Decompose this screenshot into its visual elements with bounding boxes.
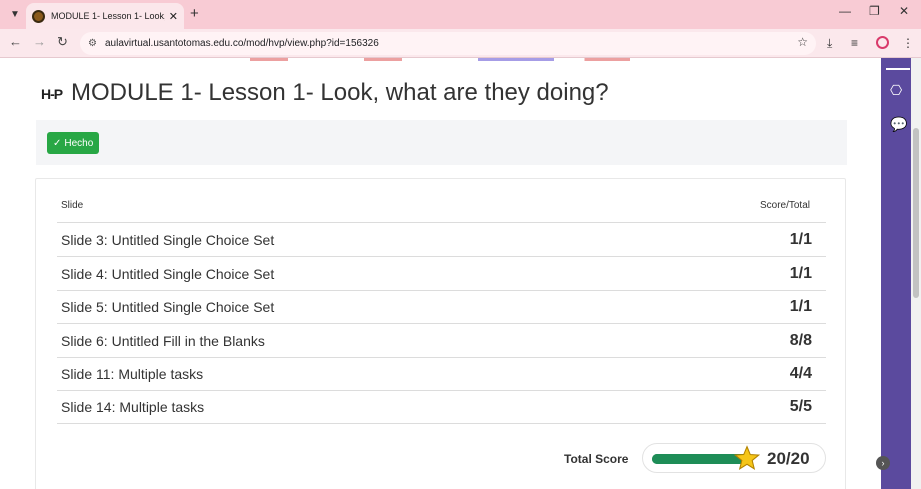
address-bar[interactable]: ⚙ aulavirtual.usantotomas.edu.co/mod/hvp… bbox=[80, 32, 816, 55]
total-score-label: Total Score bbox=[564, 452, 629, 466]
new-tab-button[interactable]: + bbox=[190, 5, 199, 22]
row-label: Slide 5: Untitled Single Choice Set bbox=[61, 299, 275, 315]
row-score: 4/4 bbox=[789, 365, 812, 382]
minimize-icon[interactable]: — bbox=[839, 4, 851, 18]
tab-strip: ▼ MODULE 1- Lesson 1- Look, wh ✕ + — ❐ ✕ bbox=[0, 0, 921, 29]
total-score-value: 20/20 bbox=[767, 449, 810, 468]
url-text: aulavirtual.usantotomas.edu.co/mod/hvp/v… bbox=[104, 38, 379, 49]
site-info-icon[interactable]: ⚙ bbox=[88, 38, 97, 49]
header-strip bbox=[250, 58, 630, 61]
back-icon[interactable]: ← bbox=[9, 34, 22, 49]
tab-title: MODULE 1- Lesson 1- Look, wh bbox=[51, 11, 165, 21]
row-score: 5/5 bbox=[789, 398, 812, 415]
total-score-badge: 20/20 bbox=[642, 443, 826, 473]
profile-avatar-icon[interactable] bbox=[876, 36, 889, 49]
menu-icon[interactable]: ⋮ bbox=[902, 36, 914, 50]
close-window-icon[interactable]: ✕ bbox=[899, 4, 909, 18]
page-scrollbar[interactable] bbox=[911, 58, 921, 489]
drawer-toggle-icon[interactable]: › bbox=[876, 456, 890, 470]
done-button[interactable]: ✓ Hecho bbox=[47, 132, 100, 154]
row-score: 1/1 bbox=[789, 231, 812, 248]
page-content: H-P MODULE 1- Lesson 1- Look, what are t… bbox=[0, 58, 881, 489]
star-icon bbox=[734, 445, 760, 471]
row-score: 8/8 bbox=[789, 332, 812, 349]
table-row: Slide 11: Multiple tasks 4/4 bbox=[57, 357, 826, 391]
media-icon[interactable]: ≡ bbox=[851, 36, 858, 50]
bookmark-star-icon[interactable]: ☆ bbox=[797, 35, 808, 49]
header-total: Total bbox=[788, 200, 810, 211]
row-label: Slide 3: Untitled Single Choice Set bbox=[61, 232, 275, 248]
table-row: Slide 5: Untitled Single Choice Set 1/1 bbox=[57, 290, 826, 324]
table-row: Slide 14: Multiple tasks 5/5 bbox=[57, 390, 826, 424]
forward-icon[interactable]: → bbox=[33, 34, 46, 49]
check-icon: ✓ bbox=[53, 137, 62, 149]
download-icon[interactable]: ⤓ bbox=[827, 36, 832, 51]
tab-search-icon[interactable]: ▼ bbox=[6, 5, 24, 23]
header-score: Score bbox=[759, 200, 787, 211]
right-drawer: ⎔ 💬 bbox=[881, 58, 911, 489]
row-score: 1/1 bbox=[789, 265, 812, 282]
table-row: Slide 3: Untitled Single Choice Set 1/1 bbox=[57, 223, 826, 257]
scroll-thumb[interactable] bbox=[913, 128, 919, 298]
row-score: 1/1 bbox=[789, 298, 812, 315]
browser-tab[interactable]: MODULE 1- Lesson 1- Look, wh ✕ bbox=[26, 3, 184, 29]
header-score-total: Score/Total bbox=[760, 200, 810, 211]
results-header: Slide Score/Total bbox=[57, 195, 826, 223]
table-row: Slide 4: Untitled Single Choice Set 1/1 bbox=[57, 257, 826, 291]
row-label: Slide 11: Multiple tasks bbox=[61, 366, 204, 382]
restore-icon[interactable]: ❐ bbox=[869, 4, 880, 18]
reload-icon[interactable]: ↻ bbox=[57, 34, 68, 50]
row-label: Slide 14: Multiple tasks bbox=[61, 399, 205, 415]
browser-toolbar: ← → ↻ ⚙ aulavirtual.usantotomas.edu.co/m… bbox=[0, 29, 921, 58]
header-slide: Slide bbox=[61, 200, 84, 211]
results-card: Slide Score/Total Slide 3: Untitled Sing… bbox=[35, 178, 846, 489]
h5p-logo-icon: H-P bbox=[41, 86, 63, 102]
table-row: Slide 6: Untitled Fill in the Blanks 8/8 bbox=[57, 324, 826, 358]
close-tab-icon[interactable]: ✕ bbox=[169, 10, 178, 23]
row-label: Slide 4: Untitled Single Choice Set bbox=[61, 266, 275, 282]
drawer-divider bbox=[886, 68, 910, 70]
chat-icon[interactable]: 💬 bbox=[890, 116, 907, 133]
row-label: Slide 6: Untitled Fill in the Blanks bbox=[61, 333, 265, 349]
completion-bar: ✓ Hecho bbox=[36, 120, 847, 165]
blocks-icon[interactable]: ⎔ bbox=[890, 82, 902, 99]
page-title: MODULE 1- Lesson 1- Look, what are they … bbox=[71, 79, 609, 106]
done-button-label: Hecho bbox=[64, 137, 94, 149]
site-favicon-icon bbox=[32, 9, 45, 23]
